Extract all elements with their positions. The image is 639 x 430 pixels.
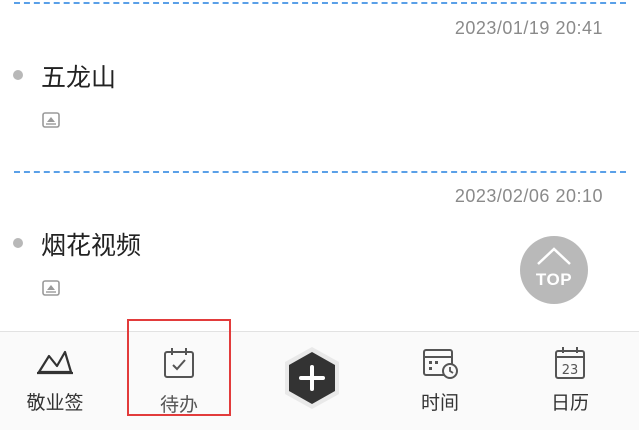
folder-icon[interactable]	[41, 279, 61, 302]
note-divider	[14, 171, 626, 173]
bullet-dot	[13, 238, 23, 248]
scroll-top-label: TOP	[535, 270, 573, 289]
note-title: 五龙山	[41, 63, 117, 92]
note-timestamp: 2023/02/06 20:10	[454, 186, 603, 206]
calendar-date-icon: 23	[553, 346, 587, 385]
calendar-clock-icon	[421, 346, 459, 385]
tab-label: 时间	[420, 392, 459, 414]
tab-calendar[interactable]: 23 日历	[515, 332, 625, 430]
note-timestamp: 2023/01/19 20:41	[454, 18, 603, 38]
add-button[interactable]	[281, 345, 343, 416]
folder-icon[interactable]	[41, 111, 61, 134]
calendar-date-number: 23	[562, 363, 579, 378]
highlight-box	[127, 319, 231, 416]
tab-time[interactable]: 时间	[385, 332, 495, 430]
note-title: 烟花视频	[41, 231, 142, 260]
tab-label: 日历	[550, 392, 589, 414]
list-item[interactable]: 2023/01/19 20:41 五龙山	[0, 18, 639, 158]
scroll-top-button[interactable]: TOP	[520, 236, 588, 304]
bullet-dot	[13, 70, 23, 80]
tab-notes[interactable]: 敬业签	[0, 332, 110, 430]
chevron-up-icon	[537, 247, 571, 265]
tab-label: 敬业签	[26, 392, 84, 414]
notes-logo-icon	[35, 346, 75, 383]
note-divider	[14, 2, 626, 4]
